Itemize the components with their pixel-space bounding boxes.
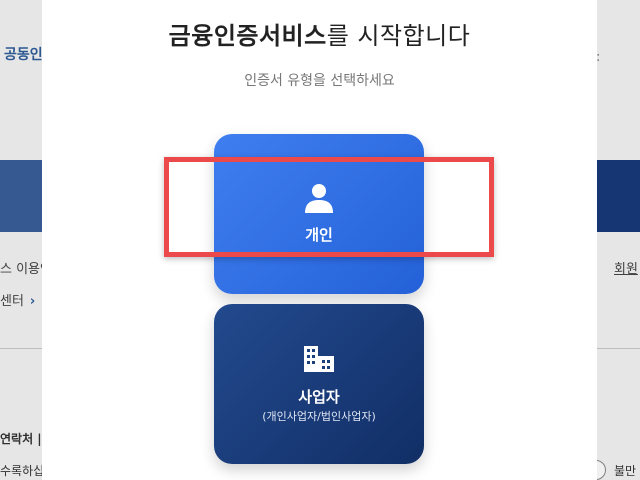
person-icon: [214, 182, 424, 218]
personal-option-label: 개인: [305, 226, 333, 244]
business-option-button[interactable]: 사업자 (개인사업자/법인사업자): [214, 304, 424, 464]
personal-option-button[interactable]: 개인: [214, 134, 424, 294]
modal-subtitle: 인증서 유형을 선택하세요: [244, 73, 395, 89]
building-icon: [214, 344, 424, 378]
modal-title-strong: 금융인증서비스: [168, 22, 327, 50]
business-option-label: 사업자: [298, 388, 340, 406]
business-option-sublabel: (개인사업자/법인사업자): [262, 410, 376, 423]
modal-title: 금융인증서비스를 시작합니다: [42, 16, 597, 51]
certificate-type-modal: 금융인증서비스를 시작합니다 인증서 유형을 선택하세요 개인 사업자 (개인사…: [42, 0, 597, 480]
modal-title-rest: 를 시작합니다: [326, 22, 471, 50]
